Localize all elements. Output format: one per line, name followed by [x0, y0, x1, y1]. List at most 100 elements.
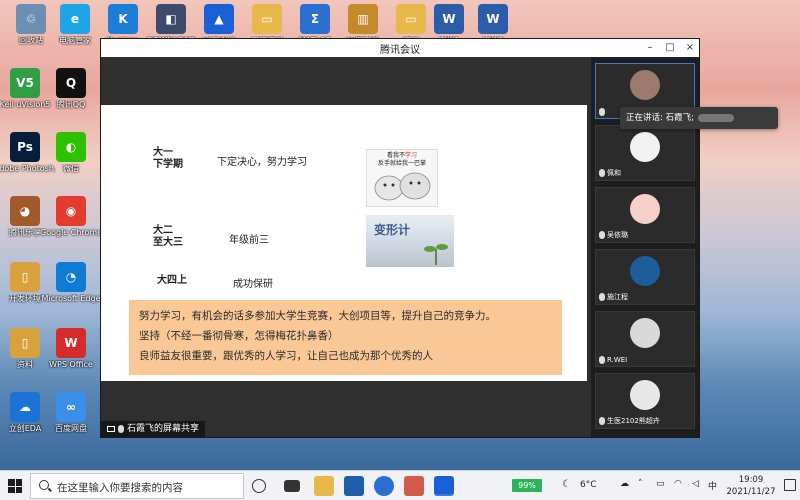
desktop-icon[interactable]: ◐ 微信: [40, 132, 102, 174]
document-icon: ▯: [10, 262, 40, 292]
desktop-icon-label: 百度网盘: [55, 424, 87, 433]
participant-name: 吴依璐: [607, 231, 628, 239]
desktop-icon-label: WPS Office: [49, 360, 93, 369]
qq-icon: Q: [56, 68, 86, 98]
wps-icon: W: [56, 328, 86, 358]
window-titlebar[interactable]: 腾讯会议 – □ ×: [101, 39, 699, 57]
word-doc-icon: W: [478, 4, 508, 34]
timeline-year: 大一 下学期: [153, 147, 183, 170]
timeline-year: 大二 至大三: [153, 225, 183, 248]
bear-app-taskbar-icon[interactable]: [404, 476, 424, 496]
meeting-app-icon: ▲: [204, 4, 234, 34]
screen-icon: [107, 426, 115, 432]
participant-name-bar: 施江程: [599, 292, 628, 302]
k-app-icon: K: [108, 4, 138, 34]
participant-avatar: [630, 380, 660, 410]
maximize-button[interactable]: □: [661, 40, 679, 56]
volume-icon[interactable]: ◁: [692, 479, 699, 489]
participant-tile[interactable]: 施江程: [595, 249, 695, 305]
desktop-icon[interactable]: Q 腾讯QQ: [40, 68, 102, 110]
window-title: 腾讯会议: [380, 45, 420, 56]
cloud-icon[interactable]: ☁: [620, 479, 629, 489]
photoshop-icon: Ps: [10, 132, 40, 162]
participant-tile[interactable]: 吴依璐: [595, 187, 695, 243]
timeline-year: 大四上: [157, 275, 187, 286]
participant-tile[interactable]: R.WEI: [595, 311, 695, 367]
edge-legacy-icon: e: [60, 4, 90, 34]
wifi-icon[interactable]: ◠: [674, 479, 682, 489]
wechat-icon: ◐: [56, 132, 86, 162]
file-explorer-icon[interactable]: [314, 476, 334, 496]
hamster-illustration: [374, 172, 431, 201]
recycle-bin-icon: ♲: [16, 4, 46, 34]
word-doc-icon: W: [434, 4, 464, 34]
minimize-button[interactable]: –: [641, 40, 659, 56]
participant-name-bar: [599, 108, 607, 116]
desktop-icon[interactable]: ∞ 百度网盘: [40, 392, 102, 434]
bear-app-icon: ◕: [10, 196, 40, 226]
notification-icon[interactable]: [784, 479, 796, 491]
blurred-name: [697, 113, 734, 122]
desktop-icon[interactable]: ◔ Microsoft Edge: [40, 262, 102, 304]
ime-indicator[interactable]: 中: [708, 479, 717, 492]
shared-screen: 大一 下学期 下定决心，努力学习 看我不学习 反手就给我一巴掌 大二 至大三 年…: [101, 57, 591, 437]
browser-icon[interactable]: [374, 476, 394, 496]
network-icon[interactable]: ▭: [656, 479, 665, 489]
desktop-icon-label: 微信: [63, 164, 79, 173]
desktop-icon[interactable]: ◉ Google Chrome: [40, 196, 102, 238]
mic-icon: [599, 417, 605, 425]
participant-tile[interactable]: 佩和: [595, 125, 695, 181]
screen-share-label: 石霞飞的屏幕共享: [101, 421, 206, 437]
timeline-desc: 成功保研: [233, 279, 273, 290]
participant-name-bar: 佩和: [599, 168, 621, 178]
mic-icon: [118, 425, 124, 433]
clock[interactable]: 19:09 2021/11/27: [724, 474, 778, 498]
search-icon: [39, 480, 49, 490]
tencent-meeting-taskbar-icon[interactable]: [434, 476, 454, 496]
installer-icon: ◧: [156, 4, 186, 34]
close-button[interactable]: ×: [681, 40, 699, 56]
participant-name-bar: R.WEI: [599, 356, 627, 364]
participant-name: 佩和: [607, 169, 621, 177]
mic-icon: [599, 356, 605, 364]
participant-tile[interactable]: 生医2102熊超卉: [595, 373, 695, 429]
participant-name: R.WEI: [607, 356, 628, 364]
advice-line: 良师益友很重要，跟优秀的人学习，让自己也成为那个优秀的人: [139, 350, 433, 362]
task-view-icon[interactable]: [252, 479, 266, 493]
speaking-indicator: 正在讲话: 石霞飞;: [620, 107, 778, 129]
participant-name: 施江程: [607, 293, 628, 301]
presentation-slide: 大一 下学期 下定决心，努力学习 看我不学习 反手就给我一巴掌 大二 至大三 年…: [101, 105, 587, 381]
participant-name-bar: 生医2102熊超卉: [599, 416, 660, 426]
bianxingji-image: 变形计: [366, 215, 454, 267]
search-placeholder: 在这里输入你要搜索的内容: [57, 482, 183, 494]
start-button[interactable]: [8, 479, 22, 493]
mail-icon[interactable]: [344, 476, 364, 496]
date: 2021/11/27: [726, 487, 776, 497]
desktop-icon-label: Google Chrome: [40, 228, 102, 237]
mic-icon: [599, 169, 605, 177]
participant-avatar: [630, 318, 660, 348]
taskbar-search[interactable]: 在这里输入你要搜索的内容: [30, 473, 244, 499]
speaking-text: 正在讲话: 石霞飞;: [626, 113, 694, 123]
participant-avatar: [630, 70, 660, 100]
desktop-icon[interactable]: W WPS Office: [40, 328, 102, 370]
meme-image: 看我不学习 反手就给我一巴掌: [366, 149, 438, 207]
chrome-icon: ◉: [56, 196, 86, 226]
temperature[interactable]: 6°C: [580, 480, 597, 490]
participant-avatar: [630, 194, 660, 224]
meeting-window: 腾讯会议 – □ × 大一 下学期 下定决心，努力学习 看我不学习 反手就给我一…: [100, 38, 700, 438]
timeline-desc: 年级前三: [229, 235, 269, 246]
participant-avatar: [630, 132, 660, 162]
folder-icon: ▭: [252, 4, 282, 34]
participant-avatar: [630, 256, 660, 286]
lceda-icon: ☁: [10, 392, 40, 422]
sprout-illustration: [424, 244, 448, 265]
multitask-icon[interactable]: [284, 480, 300, 492]
weather-icon[interactable]: ☾: [562, 479, 571, 490]
desktop-icon-label: 腾讯QQ: [56, 100, 86, 109]
share-owner: 石霞飞的屏幕共享: [127, 424, 200, 434]
baidu-netdisk-icon: ∞: [56, 392, 86, 422]
arrow-up-icon[interactable]: ˄: [638, 479, 643, 489]
battery-indicator[interactable]: 99%: [512, 479, 542, 492]
participant-name-bar: 吴依璐: [599, 230, 628, 240]
